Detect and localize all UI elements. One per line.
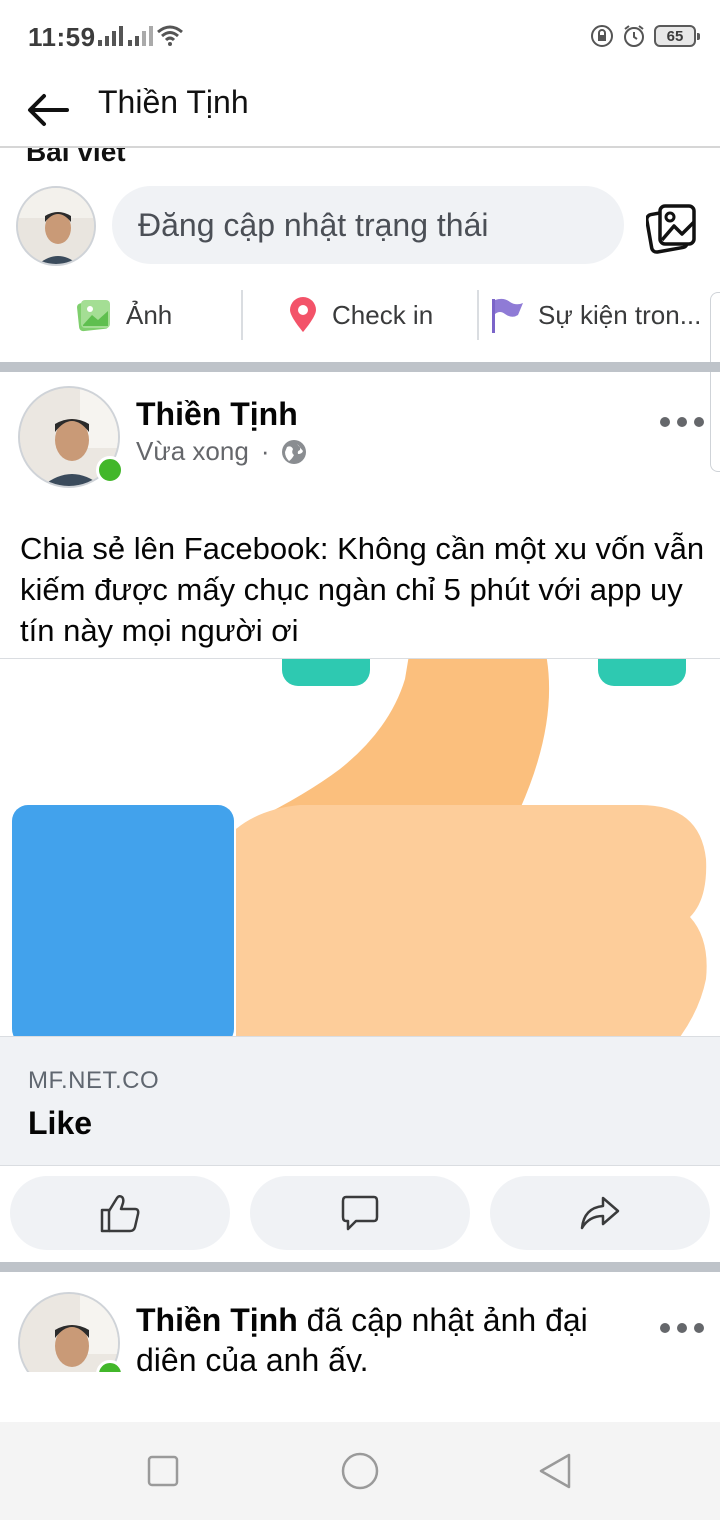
composer-actions: Ảnh Check in Sự kiện tron... [0,280,720,352]
post-more-button[interactable] [660,412,704,432]
status-bar: 11:59 65 [0,0,720,72]
status-input[interactable]: Đăng cập nhật trạng thái [112,186,624,264]
post-author-name[interactable]: Thiền Tịnh [136,396,298,433]
content-clip [0,1372,720,1422]
post-meta: Vừa xong · [136,436,307,467]
gallery-icon [645,204,696,254]
like-button[interactable] [10,1176,230,1250]
checkin-action[interactable]: Check in [288,290,433,340]
triangle-back-icon [539,1453,571,1489]
signal-icon [98,26,123,46]
globe-icon [282,439,307,464]
online-indicator [96,456,124,484]
signal-2-icon [128,26,153,46]
comment-icon [341,1195,379,1231]
photo-icon [77,300,110,332]
meta-separator: · [260,436,270,466]
like-icon [100,1194,140,1233]
post2-more-button[interactable] [660,1318,704,1338]
share-button[interactable] [490,1176,710,1250]
thumbs-up-illustration [12,659,707,1036]
recents-button[interactable] [138,1446,188,1496]
gallery-button[interactable] [645,202,698,254]
life-event-action-label: Sự kiện tron... [538,299,702,330]
back-nav-button[interactable] [530,1446,580,1496]
post-time[interactable]: Vừa xong [136,436,249,467]
link-preview-image[interactable] [0,658,720,1036]
lock-rotation-icon [591,25,613,47]
link-title: Like [28,1105,93,1141]
home-button[interactable] [335,1446,385,1496]
wifi-icon [157,25,183,46]
share-icon [580,1196,620,1230]
circle-icon [341,1452,379,1490]
comment-button[interactable] [250,1176,470,1250]
system-nav-bar [0,1422,720,1520]
checkin-action-label: Check in [332,299,434,330]
composer-avatar[interactable] [16,186,96,266]
link-preview-card[interactable]: MF.NET.CO Like [0,1036,720,1166]
section-separator [0,1262,720,1272]
post-text: Chia sẻ lên Facebook: Không cần một xu v… [20,531,705,648]
location-pin-icon [290,297,316,332]
section-separator [0,362,720,372]
profile-photo [18,188,94,264]
divider [477,290,479,340]
post2-author-name[interactable]: Thiền Tịnh [136,1302,298,1338]
status-time: 11:59 [28,22,96,52]
photo-action-label: Ảnh [126,299,173,330]
scroll-edge [710,292,720,472]
post2-header-text: Thiền Tịnh đã cập nhật ảnh đại diện của … [136,1300,656,1380]
back-button[interactable] [22,84,74,136]
flag-icon [492,298,523,333]
life-event-action[interactable]: Sự kiện tron... [490,290,701,340]
arrow-left-icon [28,94,69,126]
status-composer: Đăng cập nhật trạng thái Ảnh Check in Sự… [0,172,720,472]
link-domain: MF.NET.CO [28,1067,160,1094]
photo-action[interactable]: Ảnh [76,290,172,340]
divider [241,290,243,340]
page-title: Thiền Tịnh [98,84,249,120]
square-icon [147,1455,179,1487]
battery-indicator: 65 [654,25,700,47]
app-header: Thiền Tịnh [0,72,720,148]
alarm-icon [624,25,644,47]
